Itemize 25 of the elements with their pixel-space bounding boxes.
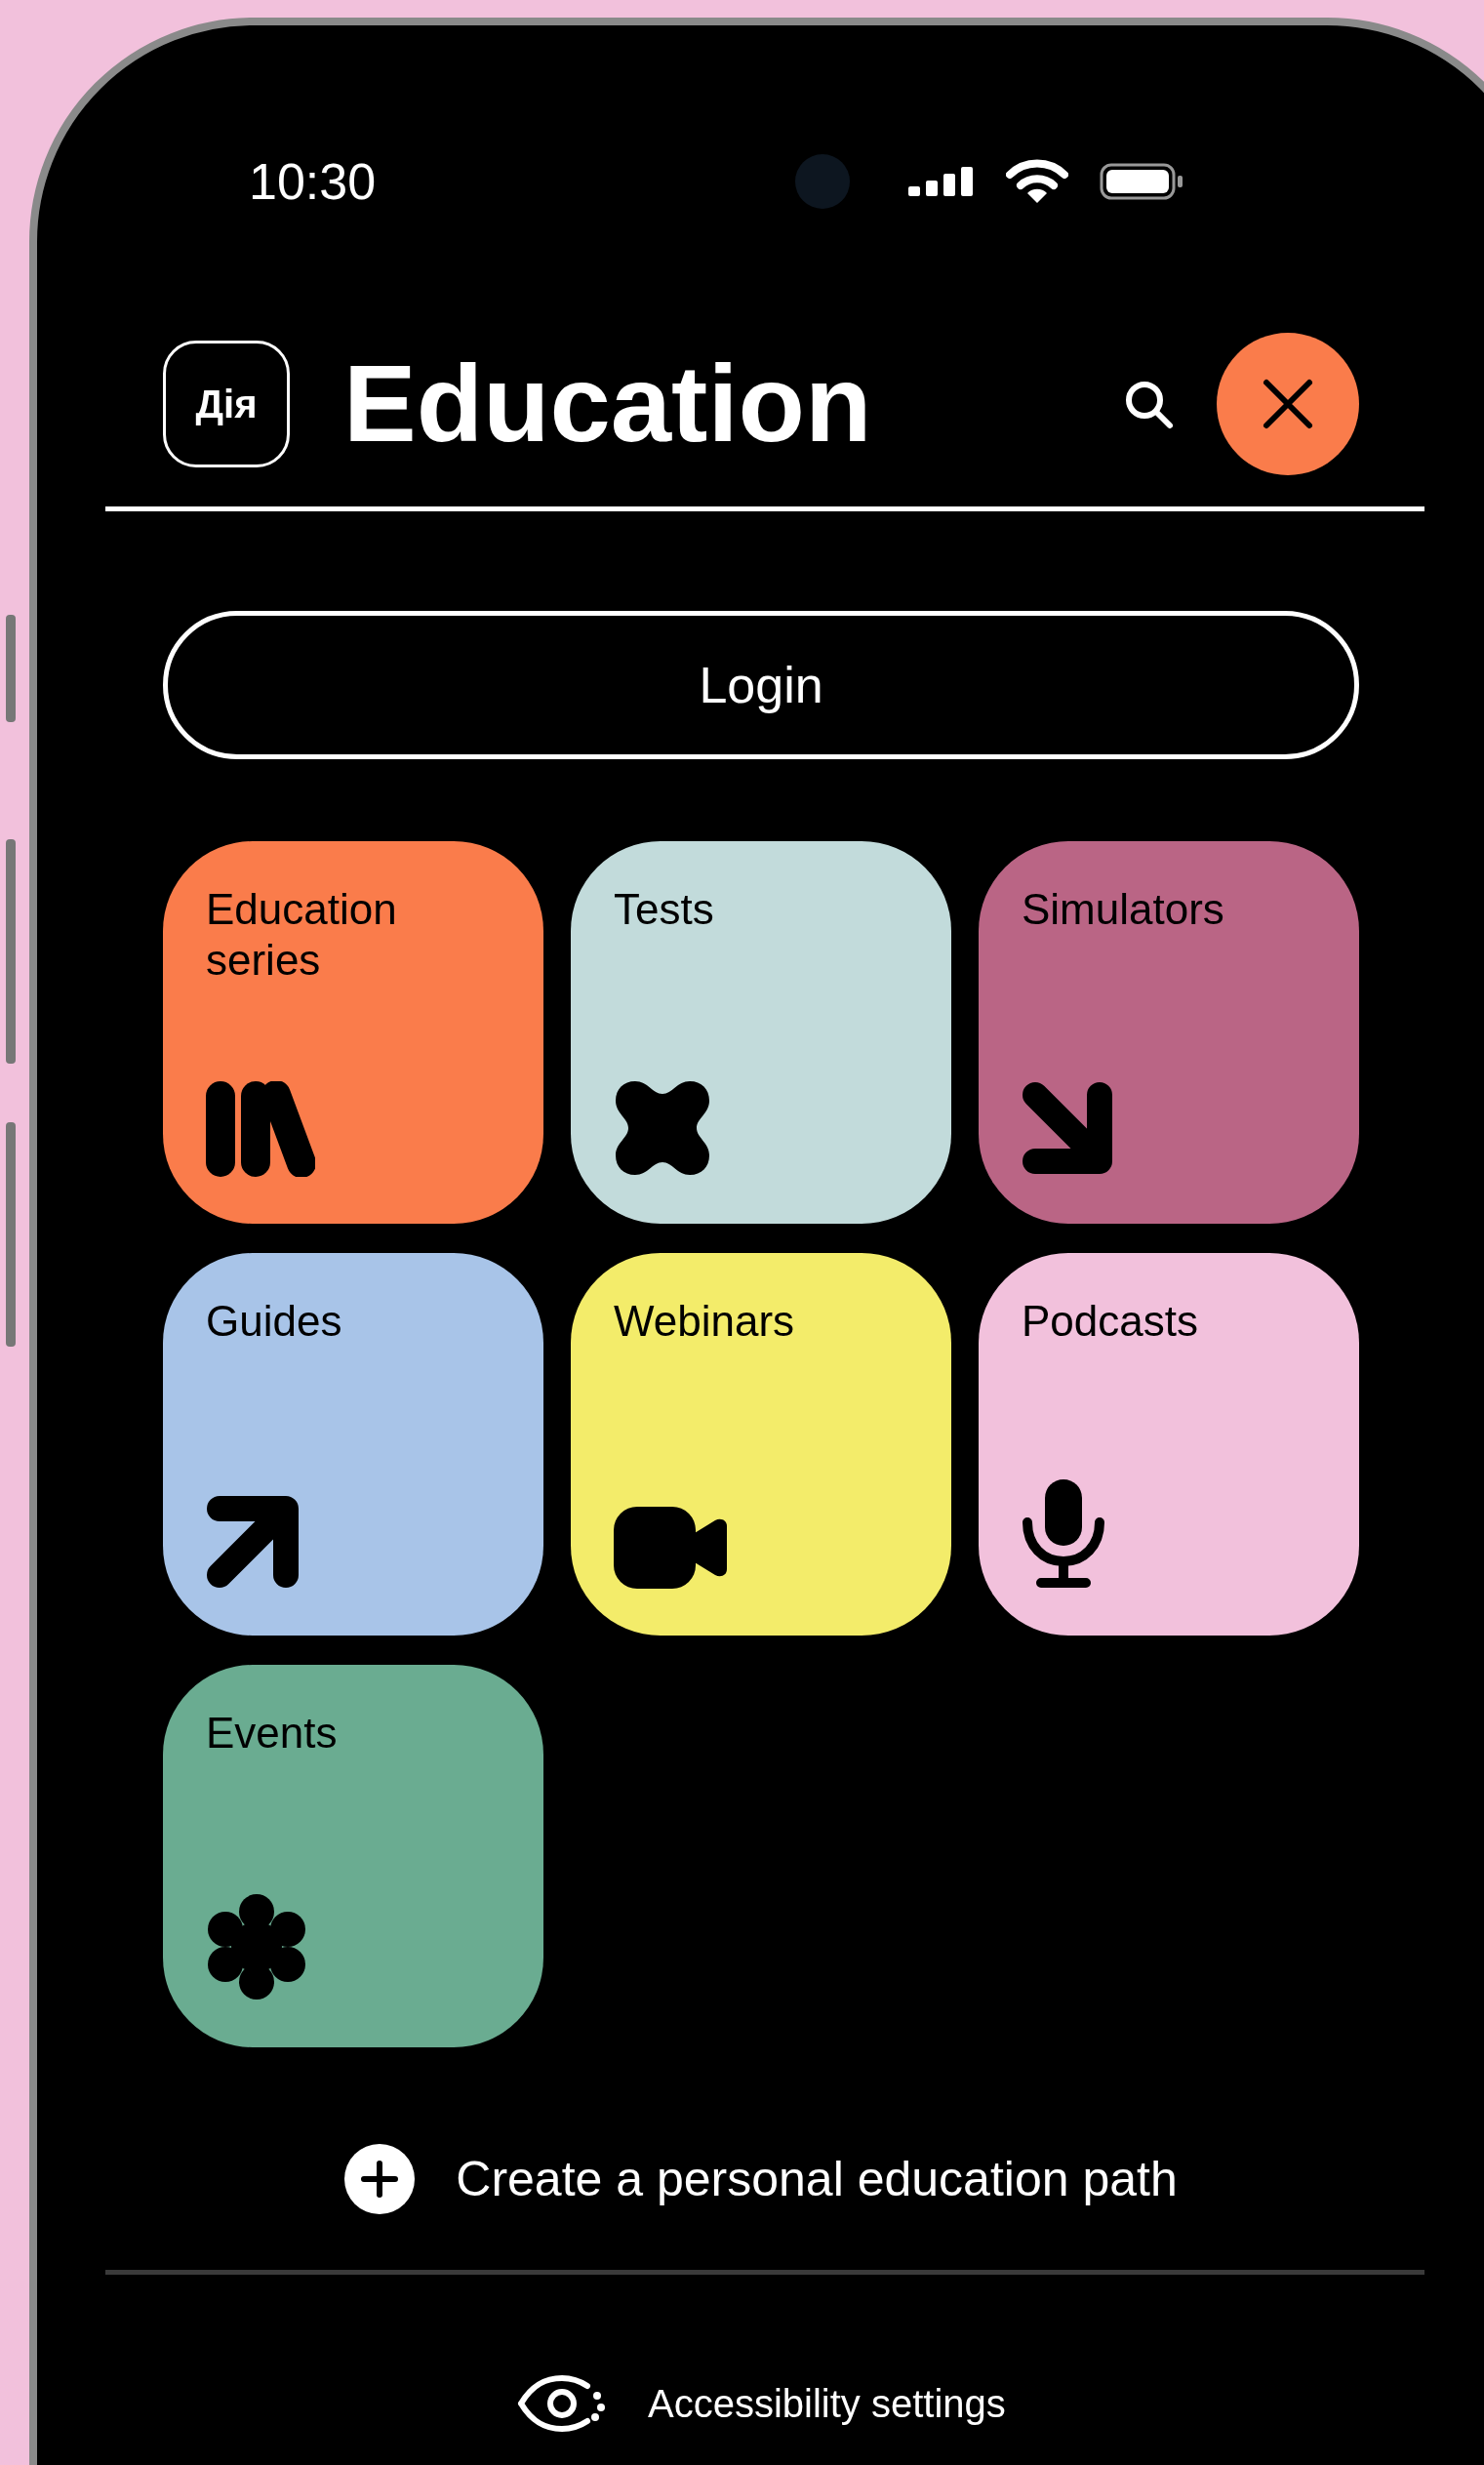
flower-icon [206, 1893, 307, 2000]
cross-icon [614, 1079, 711, 1177]
accessibility-button[interactable]: Accessibility settings [517, 2374, 1006, 2433]
plus-icon [344, 2144, 416, 2214]
signal-icon [908, 167, 975, 196]
category-tile[interactable]: Simulators [979, 841, 1359, 1224]
category-tile[interactable]: Guides [163, 1253, 543, 1636]
category-tile[interactable]: Events [163, 1665, 543, 2047]
microphone-icon [1022, 1479, 1105, 1589]
category-tile[interactable]: Podcasts [979, 1253, 1359, 1636]
battery-icon [1100, 163, 1183, 200]
wifi-icon [1006, 159, 1068, 204]
status-time: 10:30 [249, 152, 378, 211]
video-camera-icon [614, 1507, 727, 1589]
login-button[interactable]: Login [163, 611, 1359, 759]
page-title: Education [343, 349, 872, 459]
eye-icon [517, 2374, 607, 2433]
create-path-button[interactable]: Create a personal education path [344, 2106, 1178, 2252]
books-icon [206, 1081, 315, 1177]
camera-icon [795, 154, 850, 209]
app-logo[interactable]: Дія [163, 341, 290, 467]
category-tile[interactable]: Education series [163, 841, 543, 1224]
category-tile[interactable]: Tests [571, 841, 951, 1224]
arrow-icon [206, 1493, 301, 1589]
category-tile[interactable]: Webinars [571, 1253, 951, 1636]
